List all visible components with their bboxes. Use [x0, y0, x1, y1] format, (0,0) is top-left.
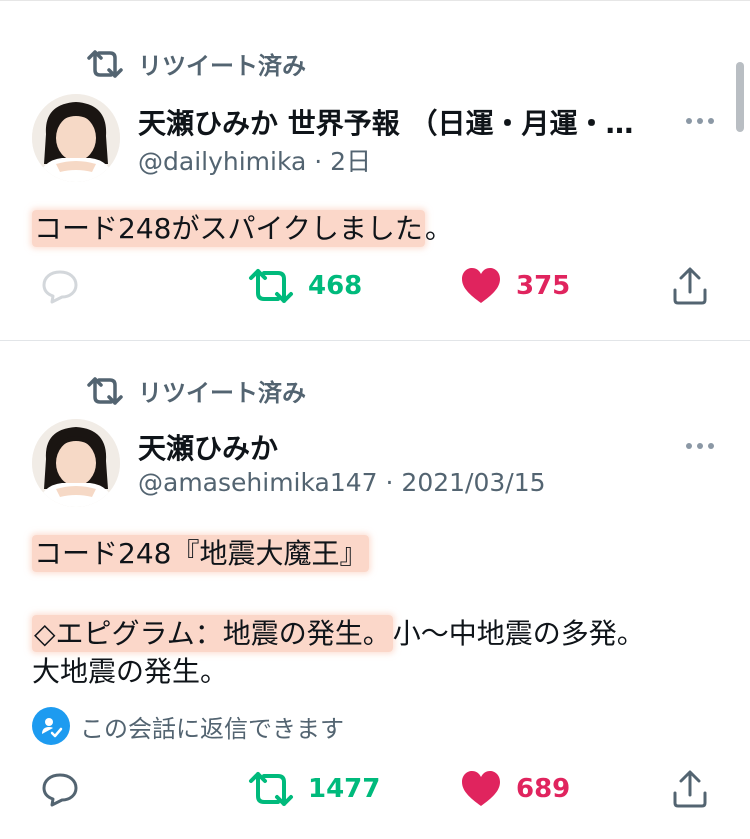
- retweeted-indicator: リツイート済み: [86, 46, 306, 81]
- reply-button[interactable]: [40, 266, 80, 306]
- retweeted-label: リツイート済み: [138, 379, 306, 407]
- author-handle-line: @amasehimika147 · 2021/03/15: [138, 468, 546, 497]
- heart-icon: [462, 771, 500, 806]
- tweet-text-line-1: コード248『地震大魔王』: [32, 535, 370, 573]
- retweeted-indicator: リツイート済み: [86, 373, 306, 408]
- avatar[interactable]: [32, 419, 120, 507]
- reply-icon: [42, 773, 78, 807]
- avatar-image: [32, 419, 120, 507]
- author-name[interactable]: 天瀬ひみか 世界予報 （日運・月運・…: [138, 102, 678, 142]
- reply-restriction-label: この会話に返信できます: [80, 714, 344, 743]
- heart-icon: [462, 268, 500, 303]
- like-button[interactable]: 375: [460, 266, 570, 306]
- retweet-button[interactable]: 1477: [248, 769, 380, 809]
- tweet-time[interactable]: · 2日: [314, 147, 371, 176]
- share-button[interactable]: [670, 266, 710, 306]
- share-icon: [673, 770, 707, 808]
- retweet-icon: [249, 269, 293, 303]
- retweeted-label: リツイート済み: [138, 52, 306, 80]
- tweet-1[interactable]: リツイート済み 天瀬ひみか 世界予報 （日運・月運・… @dailyhimika…: [0, 0, 750, 340]
- share-button[interactable]: [670, 769, 710, 809]
- retweet-icon: [249, 772, 293, 806]
- retweet-count: 1477: [308, 774, 381, 804]
- highlighted-text: コード248がスパイクしました: [32, 210, 425, 247]
- author-handle[interactable]: @dailyhimika: [138, 147, 306, 176]
- text-tail: 小〜中地震の多発。: [392, 617, 645, 650]
- author-handle[interactable]: @amasehimika147: [138, 468, 378, 497]
- author-name[interactable]: 天瀬ひみか: [138, 427, 278, 467]
- tweet-text: コード248がスパイクしました。: [32, 210, 453, 248]
- highlighted-text: コード248『地震大魔王』: [32, 535, 370, 572]
- reply-restriction: この会話に返信できます: [32, 707, 344, 745]
- reply-button[interactable]: [40, 769, 80, 809]
- tweet-time[interactable]: · 2021/03/15: [386, 468, 546, 497]
- more-icon[interactable]: [686, 443, 714, 449]
- avatar[interactable]: [32, 94, 120, 182]
- tweet-2[interactable]: リツイート済み 天瀬ひみか @amasehimika147 · 2021/03/…: [0, 340, 750, 839]
- like-button[interactable]: 689: [460, 769, 570, 809]
- like-count: 375: [516, 271, 571, 301]
- reply-badge-icon: [32, 707, 70, 745]
- retweet-icon: [87, 376, 123, 405]
- tweet-text-line-2: ◇エピグラム：地震の発生。小〜中地震の多発。: [32, 615, 645, 653]
- tweet-text-line-3: 大地震の発生。: [32, 655, 229, 688]
- action-bar: 468 375: [0, 266, 750, 306]
- reply-icon: [42, 270, 78, 304]
- more-icon[interactable]: [686, 118, 714, 124]
- like-count: 689: [516, 774, 571, 804]
- share-icon: [673, 267, 707, 305]
- author-handle-line: @dailyhimika · 2日: [138, 142, 371, 178]
- text-tail: 。: [424, 212, 453, 245]
- retweet-count: 468: [308, 271, 363, 301]
- highlighted-text: ◇エピグラム：地震の発生。: [32, 615, 393, 652]
- retweet-icon: [87, 49, 123, 78]
- scrollbar[interactable]: [736, 62, 744, 132]
- action-bar: 1477 689: [0, 769, 750, 809]
- avatar-image: [32, 94, 120, 182]
- retweet-button[interactable]: 468: [248, 266, 362, 306]
